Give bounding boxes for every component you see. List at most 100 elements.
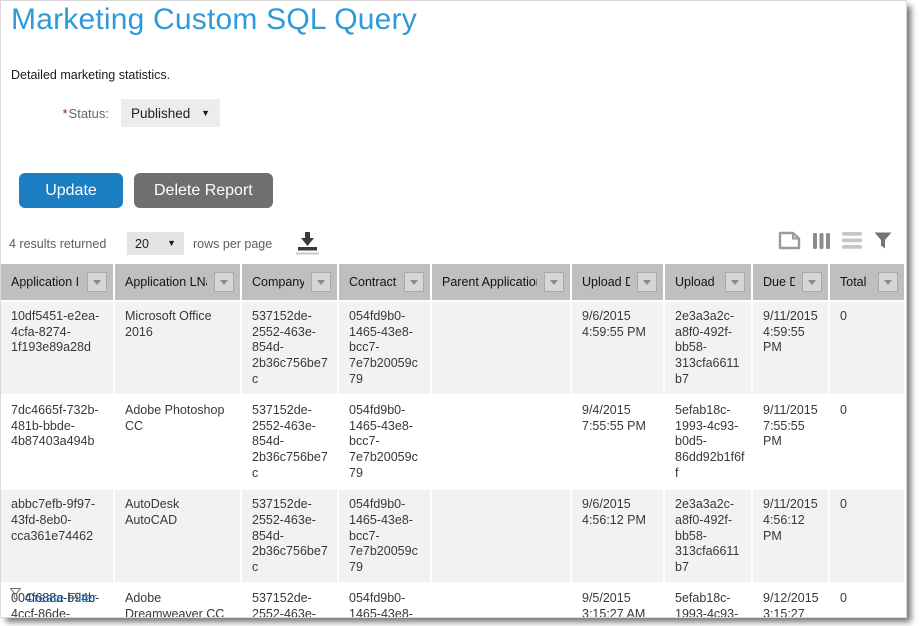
report-page: Marketing Custom SQL Query Detailed mark… (0, 0, 907, 618)
delete-report-button[interactable]: Delete Report (134, 173, 273, 208)
page-subtitle: Detailed marketing statistics. (11, 68, 170, 82)
column-header-application-id[interactable]: Application ID (1, 264, 114, 301)
download-icon[interactable] (294, 230, 324, 257)
table-cell (431, 301, 571, 395)
caret-down-icon: ▼ (167, 239, 176, 248)
table-cell: 9/12/2015 3:15:27 AM (752, 583, 829, 618)
column-header-company-id[interactable]: Company ID (241, 264, 338, 301)
table-cell: 054fd9b0-1465-43e8-bcc7-7e7b20059c79 (338, 489, 431, 583)
table-cell (431, 489, 571, 583)
rows-per-page-value: 20 (135, 237, 149, 251)
rows-view-icon[interactable] (842, 232, 862, 249)
column-menu-button[interactable] (802, 272, 822, 292)
table-row[interactable]: abbc7efb-9f97-43fd-8eb0-cca361e74462Auto… (1, 489, 905, 583)
table-cell: 2e3a3a2c-a8f0-492f-bb58-313cfa6611b7 (664, 489, 752, 583)
column-menu-button[interactable] (311, 272, 331, 292)
column-label: Total Issues (840, 275, 871, 289)
table-cell: 0 (829, 301, 905, 395)
table-cell: 5efab18c-1993-4c93-b0d5-86dd92b1f6ff (664, 395, 752, 489)
create-filter-icon (10, 588, 21, 606)
caret-down-icon (884, 280, 892, 285)
table-cell: 9/11/2015 7:55:55 PM (752, 395, 829, 489)
table-cell: 10df5451-e2ea-4cfa-8274-1f193e89a28d (1, 301, 114, 395)
table-cell: Microsoft Office 2016 (114, 301, 241, 395)
export-report-icon[interactable] (778, 231, 801, 250)
column-label: Upload By (675, 275, 718, 289)
column-label: Parent Application ID (442, 275, 537, 289)
table-cell: Adobe Photoshop CC (114, 395, 241, 489)
table-cell (431, 583, 571, 618)
column-label: Application ID (11, 275, 80, 289)
column-label: Due Date (763, 275, 795, 289)
column-label: Contract ID (349, 275, 397, 289)
column-menu-button[interactable] (214, 272, 234, 292)
table-row[interactable]: 7dc4665f-732b-481b-bbde-4b87403a494bAdob… (1, 395, 905, 489)
table-cell: 7dc4665f-732b-481b-bbde-4b87403a494b (1, 395, 114, 489)
column-header-total-issues[interactable]: Total Issues (829, 264, 905, 301)
column-header-upload-date[interactable]: Upload Date (571, 264, 664, 301)
status-label: *Status: (1, 106, 109, 121)
column-menu-button[interactable] (637, 272, 657, 292)
caret-down-icon: ▼ (201, 109, 210, 118)
caret-down-icon (410, 280, 418, 285)
filter-icon[interactable] (874, 232, 892, 249)
caret-down-icon (808, 280, 816, 285)
table-cell: 0 (829, 583, 905, 618)
column-label: Application LName (125, 275, 207, 289)
column-header-contract-id[interactable]: Contract ID (338, 264, 431, 301)
rows-per-page-label: rows per page (193, 237, 272, 251)
table-cell: 9/4/2015 7:55:55 PM (571, 395, 664, 489)
table-cell: 9/11/2015 4:56:12 PM (752, 489, 829, 583)
table-cell: 054fd9b0-1465-43e8-bcc7-7e7b20059c79 (338, 301, 431, 395)
required-mark: * (62, 106, 67, 121)
status-select[interactable]: Published ▼ (121, 99, 220, 127)
table-cell: 9/5/2015 3:15:27 AM (571, 583, 664, 618)
caret-down-icon (317, 280, 325, 285)
caret-down-icon (550, 280, 558, 285)
table-cell: 0 (829, 395, 905, 489)
table-cell: 054fd9b0-1465-43e8-bcc7-7e7b20059c79 (338, 395, 431, 489)
caret-down-icon (93, 280, 101, 285)
page-title: Marketing Custom SQL Query (11, 3, 417, 37)
create-filter-link[interactable]: Create Filter (25, 590, 97, 605)
column-label: Company ID (252, 275, 304, 289)
update-button[interactable]: Update (19, 173, 123, 208)
rows-per-page-select[interactable]: 20 ▼ (127, 232, 184, 255)
table-header-row: Application ID Application LName Company I… (1, 264, 905, 301)
results-count: 4 results returned (9, 237, 106, 251)
table-cell: 054fd9b0-1465-43e8-bcc7-7e7b20059c79 (338, 583, 431, 618)
column-label: Upload Date (582, 275, 630, 289)
column-menu-button[interactable] (725, 272, 745, 292)
table-cell: 2e3a3a2c-a8f0-492f-bb58-313cfa6611b7 (664, 301, 752, 395)
results-table: Application ID Application LName Company I… (1, 264, 906, 618)
column-header-due-date[interactable]: Due Date (752, 264, 829, 301)
caret-down-icon (643, 280, 651, 285)
table-view-toolbar (778, 231, 892, 250)
column-menu-button[interactable] (544, 272, 564, 292)
table-footer: Create Filter (10, 588, 97, 606)
table-cell: 9/11/2015 4:59:55 PM (752, 301, 829, 395)
table-cell: 537152de-2552-463e-854d-2b36c756be7c (241, 583, 338, 618)
column-menu-button[interactable] (87, 272, 107, 292)
column-header-application-lname[interactable]: Application LName (114, 264, 241, 301)
status-select-value: Published (131, 106, 190, 121)
table-cell: 537152de-2552-463e-854d-2b36c756be7c (241, 301, 338, 395)
column-header-upload-by[interactable]: Upload By (664, 264, 752, 301)
table-cell (431, 395, 571, 489)
table-row[interactable]: 10df5451-e2ea-4cfa-8274-1f193e89a28dMicr… (1, 301, 905, 395)
column-header-parent-application-id[interactable]: Parent Application ID (431, 264, 571, 301)
columns-view-icon[interactable] (813, 232, 830, 250)
table-cell: 0 (829, 489, 905, 583)
caret-down-icon (220, 280, 228, 285)
results-bar: 4 results returned 20 ▼ rows per page (1, 229, 906, 257)
table-row[interactable]: 004f688a-b94b-4ccf-86de-e4b9cbbb9cdeAdob… (1, 583, 905, 618)
column-menu-button[interactable] (878, 272, 898, 292)
table-cell: 9/6/2015 4:56:12 PM (571, 489, 664, 583)
table-cell: AutoDesk AutoCAD (114, 489, 241, 583)
action-buttons: Update Delete Report (19, 173, 273, 208)
table-cell: 9/6/2015 4:59:55 PM (571, 301, 664, 395)
caret-down-icon (731, 280, 739, 285)
table-cell: abbc7efb-9f97-43fd-8eb0-cca361e74462 (1, 489, 114, 583)
table-cell: 5efab18c-1993-4c93-b0d5-86dd92b1f6ff (664, 583, 752, 618)
column-menu-button[interactable] (404, 272, 424, 292)
